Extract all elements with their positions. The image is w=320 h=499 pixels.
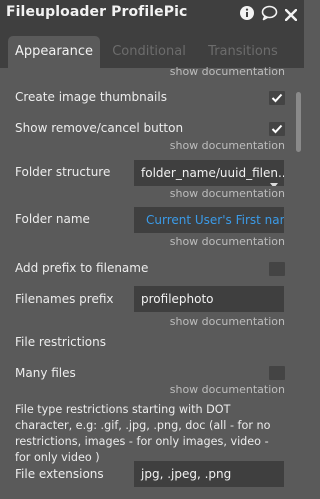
show-documentation-link[interactable]: show documentation (170, 65, 285, 78)
folder-name-dynamic-field[interactable]: Current User's First name (134, 207, 284, 233)
folder-structure-label: Folder structure (15, 165, 111, 179)
checkmark-icon (271, 124, 283, 134)
many-files-checkbox[interactable] (269, 366, 285, 380)
element-title: Fileuploader ProfilePic (6, 4, 188, 20)
close-icon[interactable] (284, 6, 298, 25)
tab-appearance[interactable]: Appearance (8, 36, 100, 68)
file-extensions-label: File extensions (15, 467, 104, 481)
show-documentation-link[interactable]: show documentation (170, 235, 285, 248)
folder-structure-value: folder_name/uuid_filen... (141, 166, 284, 180)
folder-name-label: Folder name (15, 212, 90, 226)
tab-transitions[interactable]: Transitions (199, 36, 287, 68)
type-restrictions-description: File type restrictions starting with DOT… (15, 403, 271, 464)
show-documentation-link[interactable]: show documentation (170, 383, 285, 396)
file-restrictions-label: File restrictions (15, 335, 107, 349)
tab-bar: Appearance Conditional Transitions (0, 32, 304, 68)
show-documentation-link[interactable]: show documentation (170, 315, 285, 328)
create-thumbnails-label: Create image thumbnails (15, 90, 167, 104)
folder-structure-dropdown[interactable]: folder_name/uuid_filen... (134, 160, 284, 186)
tab-conditional[interactable]: Conditional (106, 36, 192, 68)
show-documentation-link[interactable]: show documentation (170, 187, 285, 200)
filenames-prefix-input[interactable]: profilephoto (134, 286, 284, 312)
checkmark-icon (271, 93, 283, 103)
add-prefix-checkbox[interactable] (269, 262, 285, 276)
show-remove-cancel-checkbox[interactable] (269, 122, 285, 136)
show-remove-cancel-label: Show remove/cancel button (15, 121, 184, 135)
file-extensions-input[interactable]: jpg, .jpeg, .png (134, 461, 284, 487)
scrollbar-thumb[interactable] (296, 92, 301, 152)
property-editor-header: Fileuploader ProfilePic (0, 0, 304, 32)
many-files-label: Many files (15, 366, 76, 380)
create-thumbnails-checkbox[interactable] (269, 91, 285, 105)
comment-icon[interactable] (261, 5, 278, 25)
info-icon[interactable] (239, 5, 255, 25)
filenames-prefix-label: Filenames prefix (15, 292, 114, 306)
add-prefix-label: Add prefix to filename (15, 261, 149, 275)
chevron-down-icon (270, 171, 278, 186)
show-documentation-link[interactable]: show documentation (170, 139, 285, 152)
